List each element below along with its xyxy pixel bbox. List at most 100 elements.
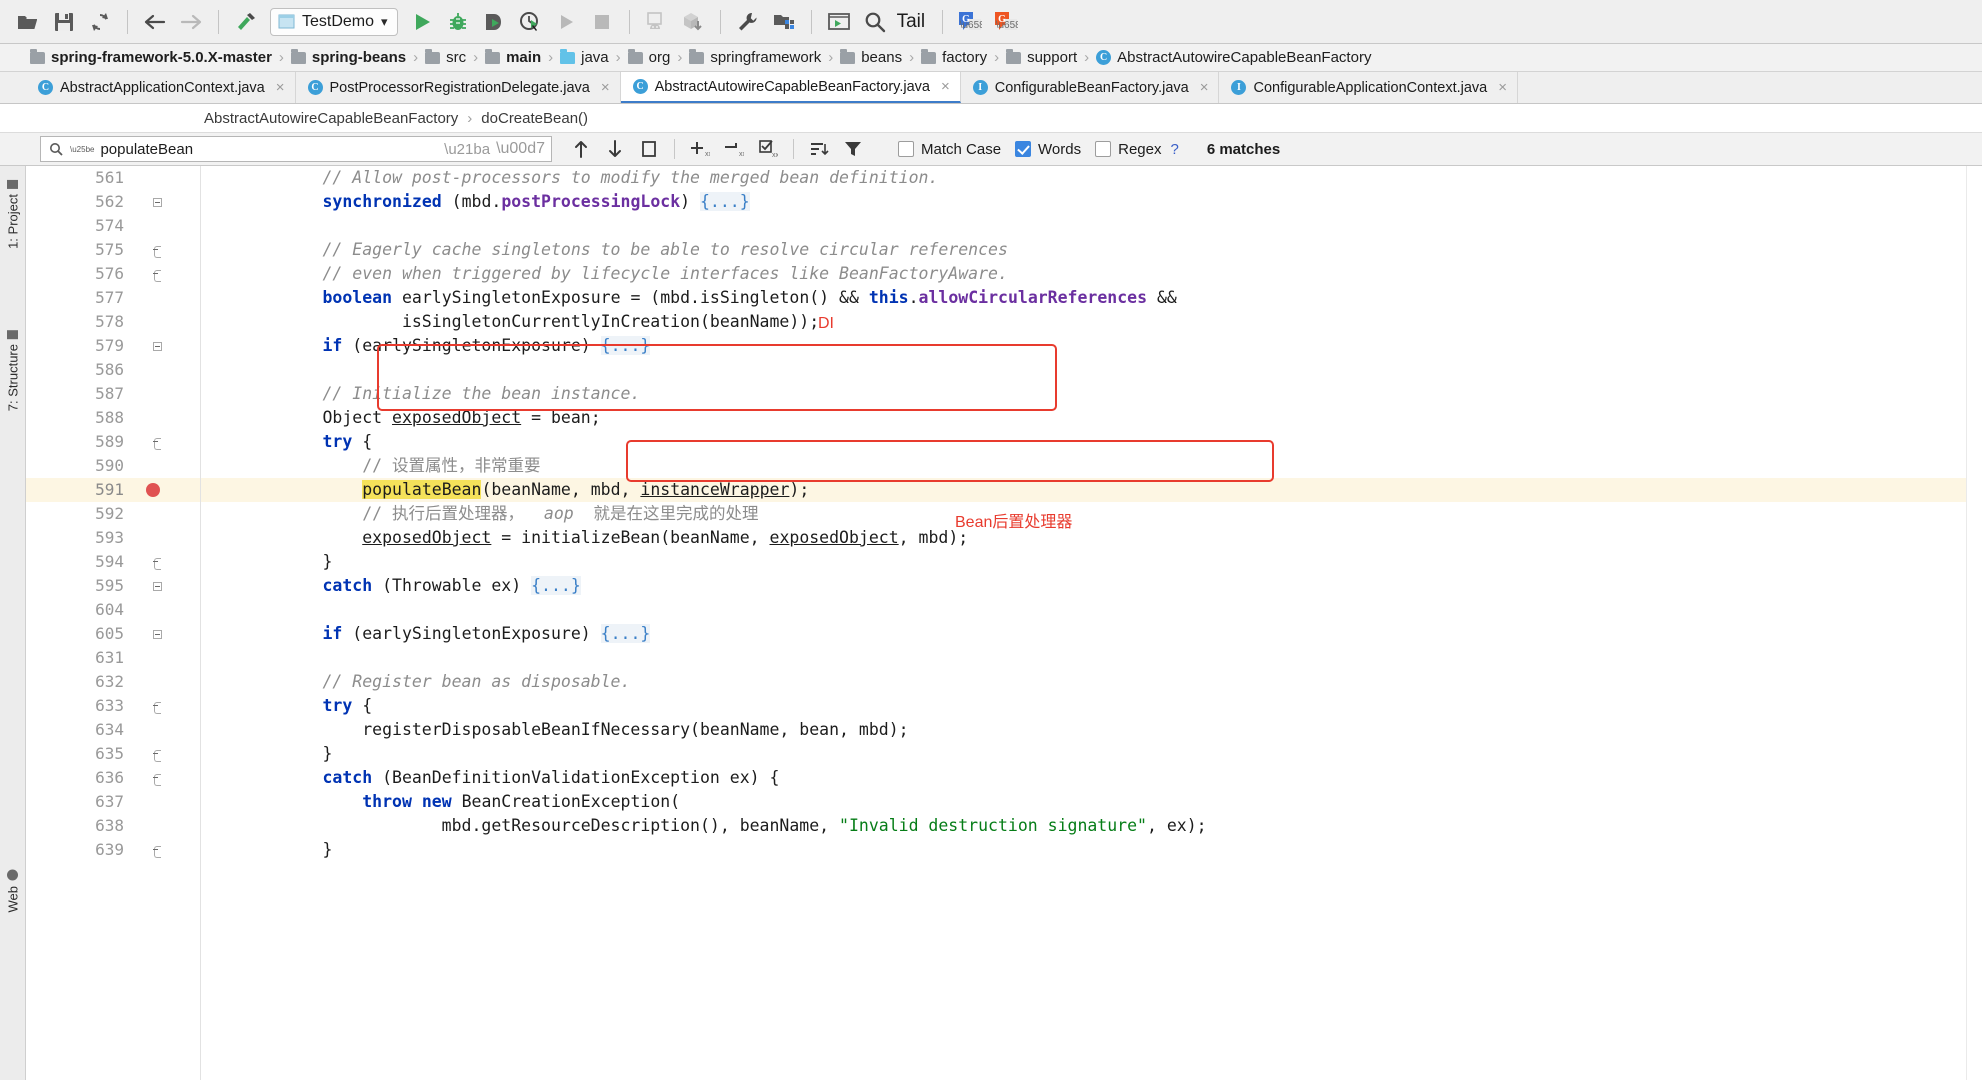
structure-class-name[interactable]: AbstractAutowireCapableBeanFactory xyxy=(204,110,458,127)
code-line[interactable]: try { xyxy=(201,430,1982,454)
settings-wrench-icon[interactable] xyxy=(733,7,763,37)
run-configuration-selector[interactable]: TestDemo ▾ xyxy=(270,7,398,36)
gutter-line[interactable]: 592 xyxy=(26,502,200,526)
gutter-line[interactable]: 635 xyxy=(26,742,200,766)
run-with-coverage-icon[interactable] xyxy=(479,7,509,37)
words-checkbox-group[interactable]: Words xyxy=(1015,141,1081,158)
editor-tab[interactable]: I ConfigurableBeanFactory.java × xyxy=(961,72,1220,103)
regex-checkbox-group[interactable]: Regex xyxy=(1095,141,1161,158)
code-fold-bracket-icon[interactable] xyxy=(152,558,162,570)
open-folder-icon[interactable] xyxy=(13,7,43,37)
match-case-checkbox[interactable] xyxy=(898,141,914,157)
code-line[interactable]: // 设置属性，非常重要 xyxy=(201,454,1982,478)
regex-help-icon[interactable]: ? xyxy=(1170,141,1178,158)
code-line[interactable] xyxy=(201,598,1982,622)
breadcrumb-item[interactable]: java xyxy=(556,48,613,66)
gutter-line[interactable]: 587 xyxy=(26,382,200,406)
gutter-line[interactable]: 591 xyxy=(26,478,200,502)
back-icon[interactable] xyxy=(140,7,170,37)
gutter-line[interactable]: 637 xyxy=(26,790,200,814)
code-line[interactable]: // Eagerly cache singletons to be able t… xyxy=(201,238,1982,262)
code-line[interactable]: synchronized (mbd.postProcessingLock) {.… xyxy=(201,190,1982,214)
code-fold-expand-icon[interactable] xyxy=(153,342,162,351)
gutter-line[interactable]: 574 xyxy=(26,214,200,238)
select-all-occurrences-icon[interactable] xyxy=(634,136,664,162)
gutter-line[interactable]: 638 xyxy=(26,814,200,838)
breadcrumb-item[interactable]: beans xyxy=(836,48,906,66)
clear-icon[interactable]: \u00d7 xyxy=(496,140,545,158)
search-everywhere-icon[interactable] xyxy=(860,7,890,37)
google-translate-blue-icon[interactable]: G\u6587 xyxy=(955,7,985,37)
code-line[interactable] xyxy=(201,214,1982,238)
code-fold-bracket-icon[interactable] xyxy=(152,750,162,762)
profile-icon[interactable] xyxy=(515,7,545,37)
structure-method-name[interactable]: doCreateBean() xyxy=(481,110,588,127)
tool-window-button[interactable]: 1: Project xyxy=(0,176,26,253)
select-all-icon[interactable]: xx xyxy=(753,136,783,162)
remove-occurrence-icon[interactable]: xx xyxy=(719,136,749,162)
gutter-line[interactable]: 605 xyxy=(26,622,200,646)
save-all-icon[interactable] xyxy=(49,7,79,37)
find-input-wrapper[interactable]: \u25be \u21ba \u00d7 xyxy=(40,136,552,162)
filter-lines-icon[interactable] xyxy=(804,136,834,162)
code-line[interactable]: populateBean(beanName, mbd, instanceWrap… xyxy=(201,478,1982,502)
close-icon[interactable]: × xyxy=(276,79,285,96)
gutter-line[interactable]: 578 xyxy=(26,310,200,334)
filter-icon[interactable] xyxy=(838,136,868,162)
tool-window-button[interactable]: 7: Structure xyxy=(0,326,26,415)
code-line[interactable]: catch (Throwable ex) {...} xyxy=(201,574,1982,598)
gutter-line[interactable]: 594 xyxy=(26,550,200,574)
code-line[interactable]: mbd.getResourceDescription(), beanName, … xyxy=(201,814,1982,838)
breadcrumb-item[interactable]: support xyxy=(1002,48,1081,66)
close-icon[interactable]: × xyxy=(941,78,950,95)
breadcrumb-item[interactable]: spring-framework-5.0.X-master xyxy=(26,48,276,66)
chevron-down-icon[interactable]: ▾ xyxy=(381,14,388,30)
close-icon[interactable]: × xyxy=(601,79,610,96)
add-occurrence-icon[interactable]: xx xyxy=(685,136,715,162)
google-translate-orange-icon[interactable]: G\u6587 xyxy=(991,7,1021,37)
code-line[interactable]: // even when triggered by lifecycle inte… xyxy=(201,262,1982,286)
code-fold-bracket-icon[interactable] xyxy=(152,438,162,450)
breakpoint-icon[interactable] xyxy=(146,483,160,497)
code-editor[interactable]: // Allow post-processors to modify the m… xyxy=(201,166,1982,1080)
gutter-line[interactable]: 590 xyxy=(26,454,200,478)
code-line[interactable]: } xyxy=(201,742,1982,766)
code-fold-bracket-icon[interactable] xyxy=(152,270,162,282)
editor-scroll-markers[interactable] xyxy=(1966,166,1982,1080)
match-case-checkbox-group[interactable]: Match Case xyxy=(898,141,1001,158)
code-line[interactable] xyxy=(201,358,1982,382)
code-line[interactable]: } xyxy=(201,550,1982,574)
code-line[interactable]: Object exposedObject = bean; xyxy=(201,406,1982,430)
code-line[interactable]: boolean earlySingletonExposure = (mbd.is… xyxy=(201,286,1982,310)
code-fold-bracket-icon[interactable] xyxy=(152,246,162,258)
gutter-line[interactable]: 589 xyxy=(26,430,200,454)
run-icon[interactable] xyxy=(407,7,437,37)
gutter-line[interactable]: 636 xyxy=(26,766,200,790)
code-line[interactable]: isSingletonCurrentlyInCreation(beanName)… xyxy=(201,310,1982,334)
code-fold-bracket-icon[interactable] xyxy=(152,702,162,714)
breadcrumb-item[interactable]: factory xyxy=(917,48,991,66)
breadcrumb-item[interactable]: main xyxy=(481,48,545,66)
code-line[interactable]: // Initialize the bean instance. xyxy=(201,382,1982,406)
code-line[interactable] xyxy=(201,646,1982,670)
breadcrumb-item[interactable]: org xyxy=(624,48,675,66)
breadcrumb-item[interactable]: src xyxy=(421,48,470,66)
editor-tab[interactable]: C AbstractApplicationContext.java × xyxy=(26,72,296,103)
gutter-line[interactable]: 633 xyxy=(26,694,200,718)
gutter-line[interactable]: 632 xyxy=(26,670,200,694)
gutter-line[interactable]: 576 xyxy=(26,262,200,286)
editor-tab[interactable]: C PostProcessorRegistrationDelegate.java × xyxy=(296,72,621,103)
build-hammer-icon[interactable] xyxy=(231,7,261,37)
gutter-line[interactable]: 588 xyxy=(26,406,200,430)
code-line[interactable]: } xyxy=(201,838,1982,862)
gutter-line[interactable]: 634 xyxy=(26,718,200,742)
gutter-line[interactable]: 586 xyxy=(26,358,200,382)
code-line[interactable]: exposedObject = initializeBean(beanName,… xyxy=(201,526,1982,550)
close-icon[interactable]: × xyxy=(1498,79,1507,96)
gutter-line[interactable]: 604 xyxy=(26,598,200,622)
code-fold-expand-icon[interactable] xyxy=(153,630,162,639)
regex-checkbox[interactable] xyxy=(1095,141,1112,157)
editor-gutter[interactable]: 561 562 574 575 576 577 578 579 586 587 588 589 590 5… xyxy=(26,166,201,1080)
gutter-line[interactable]: 575 xyxy=(26,238,200,262)
editor-tab[interactable]: I ConfigurableApplicationContext.java × xyxy=(1219,72,1519,103)
